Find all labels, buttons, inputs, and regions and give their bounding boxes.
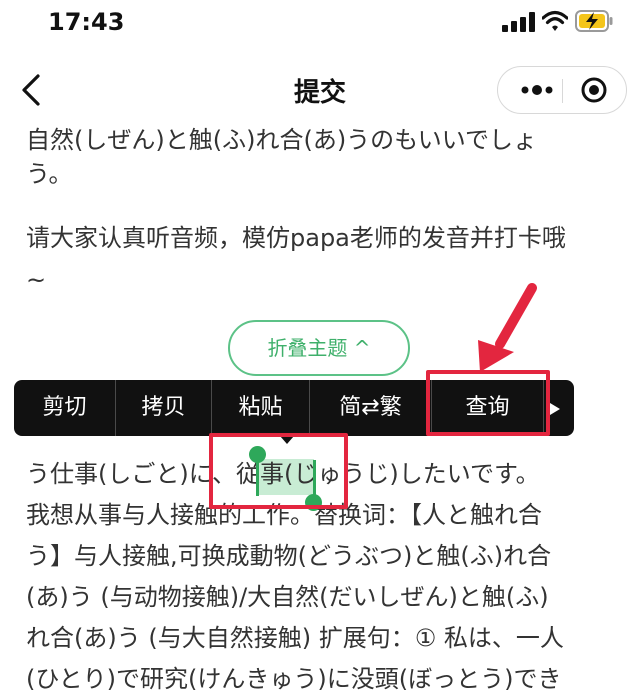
more-icon[interactable] [512, 73, 562, 107]
miniprogram-capsule [497, 66, 627, 114]
battery-charging-icon [575, 10, 613, 32]
text-line: う】与人接触,可换成動物(どうぶつ)と触(ふ)れ合 [26, 542, 552, 570]
menu-paste[interactable]: 粘贴 [212, 380, 310, 436]
menu-next-arrow-icon[interactable] [550, 403, 560, 415]
text-line: (ひとり)で研究(けんきゅう)に没頭(ぼっとう)でき [26, 665, 562, 693]
wifi-icon [542, 10, 568, 31]
nav-bar: 提交 [0, 58, 640, 122]
capsule-divider [562, 79, 563, 103]
selection-highlight-box [209, 433, 348, 509]
text-line: れ合(あ)う (与大自然接触) 扩展句：① 私は、一人 [26, 624, 564, 652]
nav-edge-cover [0, 122, 640, 126]
lookup-highlight-box [426, 370, 550, 436]
text-line: う。 [26, 160, 73, 188]
status-bar: 17:43 [0, 0, 640, 52]
menu-copy[interactable]: 拷贝 [116, 380, 212, 436]
status-time: 17:43 [48, 8, 125, 36]
instruction-line: 请大家认真听音频，模仿papa老师的发音并打卡哦 [26, 224, 566, 252]
menu-cut[interactable]: 剪切 [14, 380, 116, 436]
menu-simplified-traditional[interactable]: 简⇄繁 [310, 380, 432, 436]
text-line: (あ)う (与动物接触)/大自然(だいしぜん)と触(ふ) [26, 583, 549, 611]
fold-topic-button[interactable]: 折叠主题 ^ [228, 320, 410, 376]
red-pointer-arrow-icon [478, 283, 537, 372]
cellular-signal-icon [502, 12, 535, 32]
close-miniprogram-icon[interactable] [576, 73, 612, 107]
